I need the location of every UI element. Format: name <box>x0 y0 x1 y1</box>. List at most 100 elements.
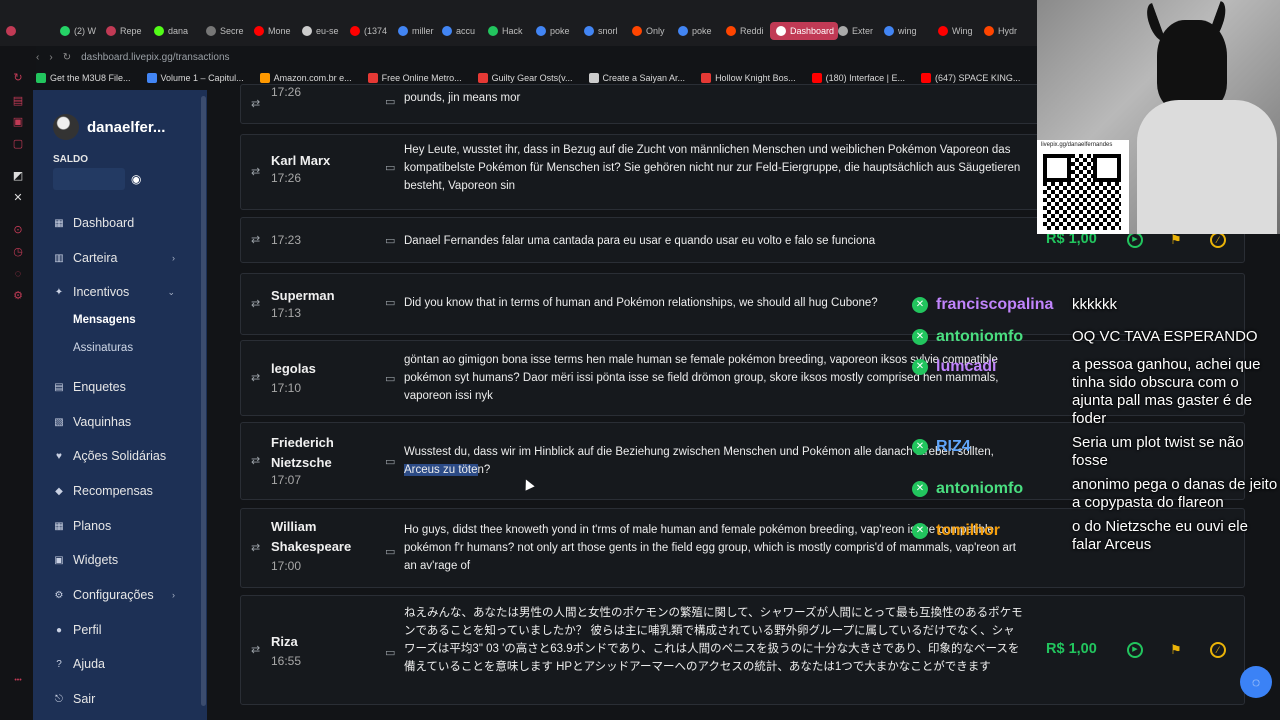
bookmark-item[interactable]: Free Online Metro... <box>367 73 462 83</box>
browser-tab[interactable]: Only <box>632 22 676 40</box>
sidebar-item-vaquinhas[interactable]: ▧ Vaquinhas <box>53 412 203 432</box>
sidebar-scrollbar[interactable] <box>201 96 206 706</box>
chat-user: ✕ tomilhor <box>912 522 1000 540</box>
forward-icon[interactable]: › <box>49 52 52 63</box>
sidebar-app-icon[interactable]: ▣ <box>12 116 24 128</box>
message-time: 17:00 <box>271 559 302 573</box>
block-icon[interactable]: ⁄ <box>1210 232 1226 248</box>
message-time: 17:13 <box>271 306 302 320</box>
bookmark-item[interactable]: Get the M3U8 File... <box>36 73 131 83</box>
sender-name: Friederich Nietzsche <box>271 435 334 470</box>
chat-username: antoniomfo <box>936 328 1024 345</box>
chevron-icon: › <box>172 253 175 263</box>
play-icon[interactable]: ▶ <box>1127 232 1143 248</box>
sidebar-subitem[interactable]: Assinaturas <box>73 342 133 354</box>
sidebar-item-incentivos[interactable]: ✦ Incentivos ⌄ <box>53 282 203 302</box>
sender-name: Superman <box>271 288 335 303</box>
chat-message: anonimo pega o danas de jeito a copypast… <box>1072 476 1278 511</box>
chat-message: o do Nietzsche eu ouvi ele falar Arceus <box>1072 518 1248 553</box>
sidebar-item-widgets[interactable]: ▣ Widgets <box>53 550 203 570</box>
url-text[interactable]: dashboard.livepix.gg/transactions <box>81 52 229 63</box>
flag-icon[interactable]: ⚑ <box>1168 642 1184 658</box>
browser-tab[interactable]: Secre <box>206 22 250 40</box>
reload-icon[interactable]: ↻ <box>63 52 71 63</box>
browser-tab[interactable]: snorl <box>584 22 628 40</box>
profile-icon: ● <box>55 624 63 636</box>
block-icon[interactable]: ⁄ <box>1210 642 1226 658</box>
more-icon[interactable]: ••• <box>12 675 24 687</box>
x-icon[interactable]: ✕ <box>12 192 24 204</box>
sidebar-item-carteira[interactable]: ▥ Carteira › <box>53 248 203 268</box>
browser-tab[interactable]: Repe <box>106 22 150 40</box>
sidebar-item-ajuda[interactable]: ? Ajuda <box>53 654 203 674</box>
tab-label: (1374 <box>364 26 388 36</box>
tab-label: miller <box>412 26 434 36</box>
history-icon[interactable]: ◷ <box>12 246 24 258</box>
browser-tab[interactable]: Hack <box>488 22 532 40</box>
selected-text[interactable]: Arceus zu töte <box>404 464 478 476</box>
browser-tab[interactable]: poke <box>536 22 580 40</box>
bookmark-favicon-icon <box>477 73 488 83</box>
browser-tab[interactable]: Reddi <box>726 22 770 40</box>
bookmark-item[interactable]: Volume 1 – Capitul... <box>146 73 244 83</box>
sidebar-item-dashboard[interactable]: ▦ Dashboard <box>53 213 203 233</box>
browser-tab[interactable]: (1374 <box>350 22 394 40</box>
chevron-icon: ⌄ <box>167 286 175 297</box>
sidebar-item-enquetes[interactable]: ▤ Enquetes <box>53 377 203 397</box>
chat-badge-icon: ✕ <box>912 523 928 539</box>
flag-icon[interactable]: ⚑ <box>1168 232 1184 248</box>
bookmark-item[interactable]: Hollow Knight Bos... <box>701 73 796 83</box>
back-icon[interactable]: ‹ <box>36 52 39 63</box>
sidebar-item-planos[interactable]: ▦ Planos <box>53 516 203 536</box>
chat-help-button[interactable]: ◌ <box>1240 666 1272 698</box>
bookmark-item[interactable]: Amazon.com.br e... <box>259 73 352 83</box>
sidebar-subitem[interactable]: Mensagens <box>73 314 136 326</box>
tab-label: poke <box>692 26 712 36</box>
browser-tab[interactable]: Mone <box>254 22 298 40</box>
chat-badge-icon: ✕ <box>912 329 928 345</box>
sidebar-app-icon[interactable]: ↻ <box>12 72 24 84</box>
sender-name: Riza <box>271 634 298 649</box>
browser-tab[interactable]: (2) W <box>60 22 104 40</box>
message-time: 17:26 <box>271 171 302 185</box>
bookmark-label: Volume 1 – Capitul... <box>160 73 244 83</box>
tab-favicon-icon <box>726 26 736 36</box>
bookmark-item[interactable]: (180) Interface | E... <box>811 73 905 83</box>
browser-tab[interactable]: wing <box>884 22 928 40</box>
bookmark-label: Create a Saiyan Ar... <box>602 73 686 83</box>
bookmark-item[interactable]: Create a Saiyan Ar... <box>588 73 686 83</box>
sidebar-item-recompensas[interactable]: ◆ Recompensas <box>53 481 203 501</box>
sidebar-item-perfil[interactable]: ● Perfil <box>53 620 203 640</box>
sidebar-app-icon[interactable]: ◌ <box>12 268 24 280</box>
bookmark-item[interactable]: Guilty Gear Osts(v... <box>477 73 573 83</box>
tab-label: Only <box>646 26 665 36</box>
settings-icon[interactable]: ⚙ <box>12 290 24 302</box>
bookmark-item[interactable]: (647) SPACE KING... <box>920 73 1020 83</box>
browser-tab[interactable]: accu <box>442 22 486 40</box>
twitch-icon[interactable]: ◩ <box>12 170 24 182</box>
sidebar-app-icon[interactable]: ⊙ <box>12 224 24 236</box>
tab-label: poke <box>550 26 570 36</box>
message-text: ねえみんな、あなたは男性の人間と女性のポケモンの繁殖に関して、シャワーズが人間に… <box>404 607 1023 673</box>
browser-tab[interactable]: miller <box>398 22 442 40</box>
saldo-label: SALDO <box>53 154 88 165</box>
address-bar[interactable]: ‹ › ↻ dashboard.livepix.gg/transactions <box>36 48 1036 66</box>
sidebar-app-icon[interactable]: ▢ <box>12 138 24 150</box>
browser-tab[interactable]: Wing <box>938 22 982 40</box>
sidebar-item-configura-es[interactable]: ⚙ Configurações › <box>53 585 203 605</box>
sidebar-item-a-es-solid-rias[interactable]: ♥ Ações Solidárias <box>53 446 203 466</box>
browser-tab[interactable]: dana <box>154 22 198 40</box>
bookmark-favicon-icon <box>588 73 599 83</box>
browser-tab[interactable]: eu-se <box>302 22 346 40</box>
profile[interactable]: danaelfer... <box>53 114 165 140</box>
browser-tab[interactable]: poke <box>678 22 722 40</box>
browser-tab[interactable]: Dashboard <box>770 22 838 40</box>
play-icon[interactable]: ▶ <box>1127 642 1143 658</box>
browser-tab[interactable]: Hydr <box>984 22 1028 40</box>
sidebar-item-sair[interactable]: ⎋ Sair <box>53 689 203 709</box>
transaction-row[interactable]: ⇄ Riza 16:55 ▭ ねえみんな、あなたは男性の人間と女性のポケモンの繁殖に関し… <box>240 595 1245 705</box>
eye-icon[interactable]: ◉ <box>131 172 141 186</box>
browser-tab[interactable]: Exter <box>838 22 882 40</box>
browser-tab[interactable] <box>6 22 50 40</box>
sidebar-app-icon[interactable]: ▤ <box>12 95 24 107</box>
